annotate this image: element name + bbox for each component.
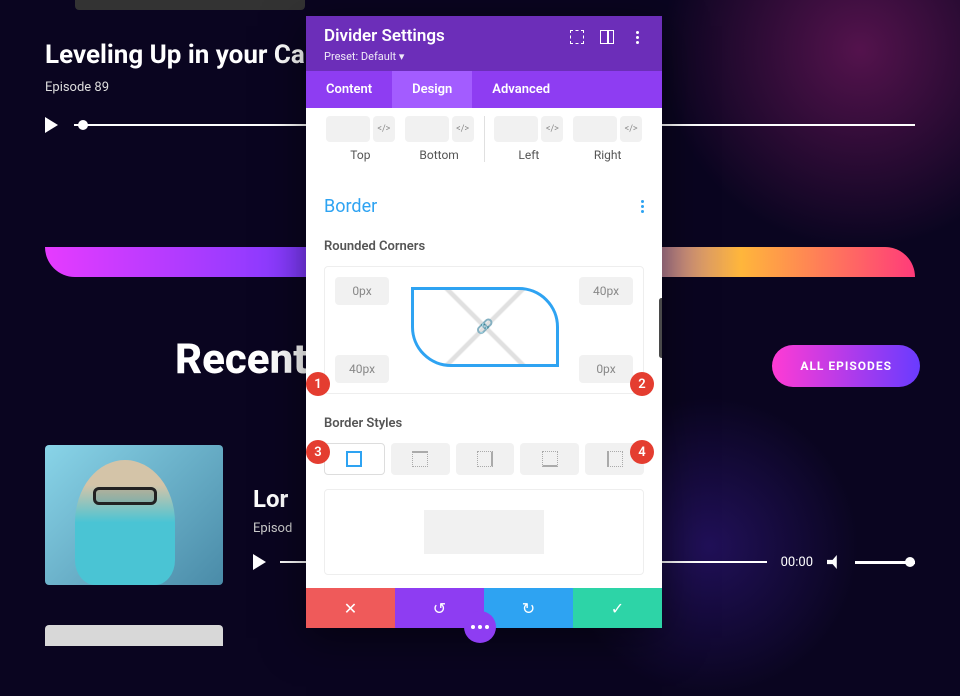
tab-design[interactable]: Design bbox=[392, 71, 472, 108]
corner-top-right-input[interactable]: 40px bbox=[579, 277, 633, 305]
modal-title: Divider Settings bbox=[324, 26, 445, 46]
progress-handle[interactable] bbox=[78, 120, 88, 130]
section-more-icon[interactable] bbox=[641, 200, 644, 213]
margin-left-input[interactable] bbox=[494, 116, 538, 142]
volume-icon[interactable] bbox=[827, 555, 841, 569]
code-icon[interactable]: </> bbox=[620, 116, 642, 142]
volume-slider[interactable] bbox=[855, 561, 915, 564]
play-icon[interactable] bbox=[45, 117, 58, 133]
border-style-bottom[interactable] bbox=[520, 443, 579, 475]
border-style-all[interactable] bbox=[324, 443, 385, 475]
divider-settings-modal: Divider Settings Preset: Default ▾ Conte… bbox=[306, 16, 662, 628]
corner-bottom-right-input[interactable]: 0px bbox=[579, 355, 633, 383]
link-corners-icon[interactable]: 🔗 bbox=[476, 319, 493, 335]
volume-handle[interactable] bbox=[905, 557, 915, 567]
margin-right-label: Right bbox=[594, 148, 622, 162]
border-section: Border Rounded Corners 0px 40px 40px 0px… bbox=[324, 196, 644, 575]
expand-icon[interactable] bbox=[570, 30, 584, 44]
modal-fab-toggle[interactable] bbox=[464, 611, 496, 643]
hero-thumbnail bbox=[75, 0, 305, 10]
code-icon[interactable]: </> bbox=[452, 116, 474, 142]
cancel-button[interactable]: ✕ bbox=[306, 588, 395, 628]
margin-left-label: Left bbox=[518, 148, 539, 162]
margin-top-input[interactable] bbox=[326, 116, 370, 142]
margin-bottom-input[interactable] bbox=[405, 116, 449, 142]
border-section-title[interactable]: Border bbox=[324, 196, 377, 217]
episode-thumbnail[interactable] bbox=[45, 625, 223, 646]
rounded-corners-editor: 0px 40px 40px 0px 🔗 bbox=[324, 266, 644, 394]
time-display: 00:00 bbox=[781, 555, 813, 570]
code-icon[interactable]: </> bbox=[541, 116, 563, 142]
corner-top-left-input[interactable]: 0px bbox=[335, 277, 389, 305]
border-preview bbox=[324, 489, 644, 575]
rounded-corners-label: Rounded Corners bbox=[324, 239, 644, 254]
corner-bottom-left-input[interactable]: 40px bbox=[335, 355, 389, 383]
annotation-badge-4: 4 bbox=[630, 440, 654, 464]
episode-thumbnail[interactable] bbox=[45, 445, 223, 585]
preset-dropdown[interactable]: Preset: Default ▾ bbox=[324, 50, 445, 63]
more-icon[interactable] bbox=[630, 30, 644, 44]
tab-content[interactable]: Content bbox=[306, 71, 392, 108]
responsive-icon[interactable] bbox=[600, 30, 614, 44]
annotation-badge-1: 1 bbox=[306, 372, 330, 396]
all-episodes-button[interactable]: ALL EPISODES bbox=[772, 345, 920, 387]
code-icon[interactable]: </> bbox=[373, 116, 395, 142]
border-styles-label: Border Styles bbox=[324, 416, 644, 431]
modal-body: </> Top </> Bottom </> Left bbox=[306, 108, 662, 588]
annotation-badge-3: 3 bbox=[306, 440, 330, 464]
tab-advanced[interactable]: Advanced bbox=[472, 71, 570, 108]
modal-tabs: Content Design Advanced bbox=[306, 71, 662, 108]
margin-top-label: Top bbox=[350, 148, 370, 162]
scrollbar[interactable] bbox=[659, 298, 662, 358]
corner-preview: 🔗 bbox=[411, 287, 559, 367]
play-icon[interactable] bbox=[253, 554, 266, 570]
border-style-top[interactable] bbox=[391, 443, 450, 475]
margin-bottom-label: Bottom bbox=[419, 148, 458, 162]
recent-heading: Recent bbox=[175, 335, 308, 384]
redo-button[interactable]: ↻ bbox=[484, 588, 573, 628]
annotation-badge-2: 2 bbox=[630, 372, 654, 396]
save-button[interactable]: ✓ bbox=[573, 588, 662, 628]
border-style-picker bbox=[324, 443, 644, 475]
border-style-right[interactable] bbox=[456, 443, 515, 475]
margin-controls: </> Top </> Bottom </> Left bbox=[324, 108, 644, 166]
margin-right-input[interactable] bbox=[573, 116, 617, 142]
modal-header: Divider Settings Preset: Default ▾ bbox=[306, 16, 662, 71]
